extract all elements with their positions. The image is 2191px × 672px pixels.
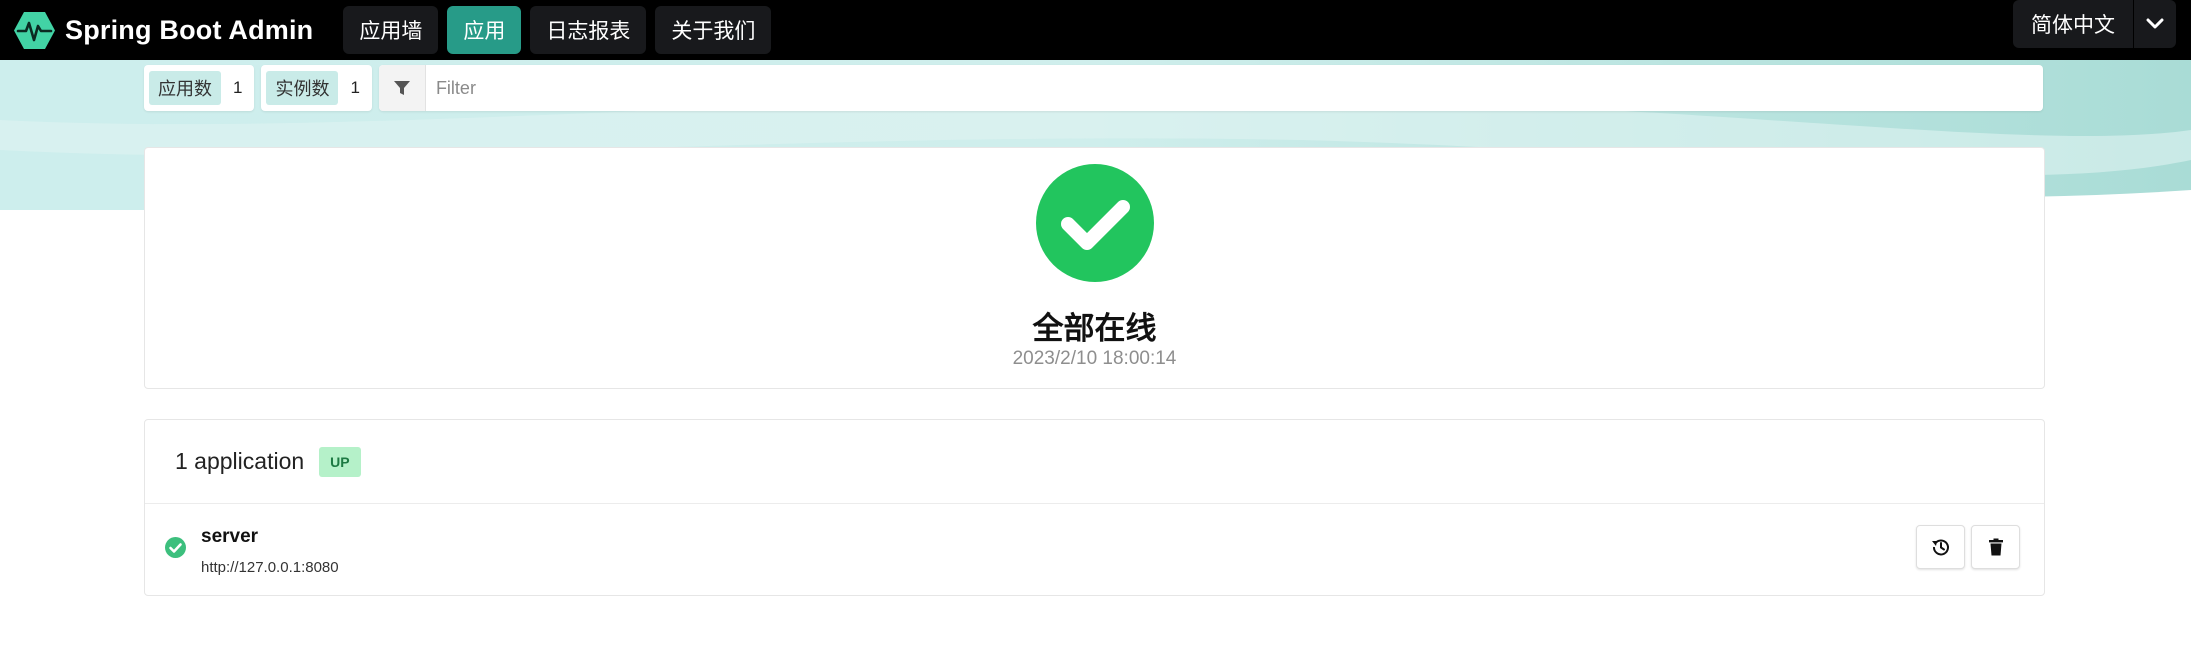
top-navbar: Spring Boot Admin 应用墙 应用 日志报表 关于我们 简体中文 (0, 0, 2191, 60)
nav-item-journal[interactable]: 日志报表 (530, 6, 647, 54)
language-label: 简体中文 (2031, 13, 2115, 37)
check-circle-icon (165, 537, 186, 558)
filter-bar: 应用数 1 实例数 1 (144, 65, 2043, 111)
application-count-label: 应用数 (149, 71, 221, 105)
brand[interactable]: Spring Boot Admin (13, 9, 313, 52)
language-selector[interactable]: 简体中文 (2013, 0, 2176, 48)
application-url: http://127.0.0.1:8080 (201, 559, 339, 576)
status-badge: UP (319, 446, 361, 477)
applications-card: 1 application UP server http://127.0.0.1… (144, 419, 2045, 596)
nav-item-wallboard[interactable]: 应用墙 (343, 6, 439, 54)
delete-button[interactable] (1971, 525, 2020, 569)
status-summary-card: 全部在线 2023/2/10 18:00:14 (144, 147, 2045, 389)
filter-icon-wrap (378, 65, 426, 111)
application-count-value: 1 (233, 78, 243, 97)
nav-item-about[interactable]: 关于我们 (655, 6, 772, 54)
status-timestamp: 2023/2/10 18:00:14 (1012, 348, 1177, 369)
history-icon (1931, 539, 1949, 556)
application-name: server (201, 526, 259, 547)
brand-name: Spring Boot Admin (65, 14, 314, 45)
chevron-down-icon (2146, 18, 2164, 29)
application-count-stat: 应用数 1 (144, 65, 255, 111)
check-circle-icon (1036, 164, 1154, 282)
nav-item-applications[interactable]: 应用 (447, 6, 522, 54)
application-row[interactable]: server http://127.0.0.1:8080 (145, 504, 2044, 594)
status-title: 全部在线 (1032, 311, 1157, 347)
heartbeat-hexagon-icon (14, 11, 55, 49)
filter-input[interactable] (425, 65, 2043, 111)
filter-box (378, 65, 2043, 111)
instance-count-value: 1 (350, 78, 360, 97)
trash-icon (1988, 538, 2003, 556)
applications-count: 1 application (175, 448, 305, 474)
history-button[interactable] (1916, 525, 1965, 569)
funnel-icon (393, 81, 410, 95)
instance-count-label: 实例数 (266, 71, 339, 105)
instance-count-stat: 实例数 1 (261, 65, 372, 111)
main-nav: 应用墙 应用 日志报表 关于我们 (343, 6, 772, 54)
application-actions (1916, 525, 2020, 569)
language-dropdown-toggle[interactable] (2133, 0, 2176, 48)
applications-header[interactable]: 1 application UP (145, 420, 2044, 504)
